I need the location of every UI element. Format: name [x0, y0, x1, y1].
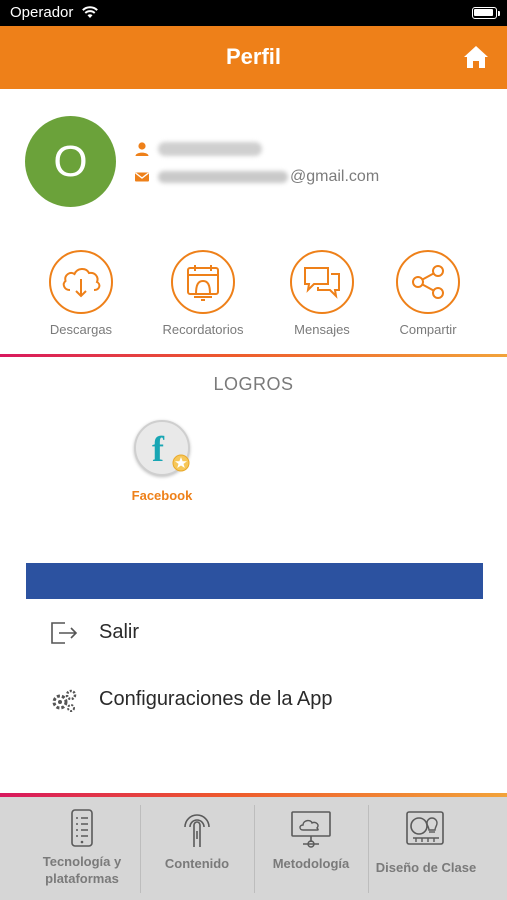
- facebook-badge-icon: f: [134, 420, 190, 476]
- action-label: Compartir: [399, 322, 457, 337]
- status-bar: Operador: [0, 0, 507, 26]
- logros-heading: LOGROS: [213, 374, 294, 394]
- nav-separator: [368, 805, 369, 893]
- nav-diseno-clase[interactable]: Diseño de Clase: [370, 797, 482, 900]
- badge-facebook[interactable]: f Facebook: [122, 420, 202, 503]
- calendar-bell-icon: [187, 265, 219, 301]
- carrier-label: Operador: [10, 4, 74, 21]
- home-icon[interactable]: [463, 45, 489, 69]
- profile-email-redacted: [158, 171, 288, 183]
- menu-configuraciones[interactable]: Configuraciones de la App: [0, 675, 507, 725]
- nav-label-line1: Tecnología y: [42, 854, 122, 869]
- nav-label: Tecnología y plataformas: [26, 853, 138, 887]
- nav-tecnologia[interactable]: Tecnología y plataformas: [26, 797, 138, 900]
- share-icon: [412, 265, 444, 299]
- bottom-nav: Tecnología y plataformas Contenido Metod…: [0, 797, 507, 900]
- phone-checklist-icon: [71, 809, 93, 847]
- chat-bubbles-icon: [304, 267, 340, 299]
- logout-icon: [51, 622, 78, 644]
- cloud-download-icon: [62, 268, 101, 298]
- action-descargas[interactable]: Descargas: [21, 250, 141, 337]
- wifi-icon: [82, 6, 98, 18]
- action-label: Descargas: [49, 322, 113, 337]
- profile-email-row: @gmail.com: [134, 166, 379, 188]
- nav-separator: [140, 805, 141, 893]
- section-divider: [0, 354, 507, 357]
- nav-label: Contenido: [164, 856, 230, 871]
- nav-metodologia[interactable]: Metodología: [256, 797, 366, 900]
- badge-label: Facebook: [131, 488, 193, 503]
- battery-tip: [498, 11, 500, 16]
- avatar: O: [25, 116, 116, 207]
- page-title: Perfil: [225, 44, 282, 69]
- menu-label: Salir: [99, 621, 140, 643]
- touch-content-icon: [184, 814, 210, 847]
- profile-card: O @gmail.com: [0, 89, 507, 229]
- profile-actions: Descargas Recordatorios Mensajes Compart…: [0, 250, 507, 345]
- menu-label: Configuraciones de la App: [99, 688, 333, 710]
- gears-icon: [52, 689, 77, 712]
- user-icon: [135, 142, 149, 156]
- idea-board-icon: [406, 811, 444, 845]
- nav-label-line2: plataformas: [45, 871, 119, 886]
- action-label: Recordatorios: [162, 322, 244, 337]
- profile-name-row: [134, 138, 262, 160]
- nav-separator: [254, 805, 255, 893]
- menu-salir[interactable]: Salir: [0, 608, 507, 658]
- profile-email-suffix: @gmail.com: [290, 168, 380, 185]
- nav-label: Metodología: [272, 856, 350, 871]
- action-mensajes[interactable]: Mensajes: [262, 250, 382, 337]
- app-header: Perfil: [0, 26, 507, 89]
- action-compartir[interactable]: Compartir: [368, 250, 488, 337]
- banner-bar: [26, 563, 483, 599]
- nav-label: Diseño de Clase: [375, 860, 477, 875]
- action-label: Mensajes: [294, 322, 350, 337]
- nav-contenido[interactable]: Contenido: [142, 797, 252, 900]
- star-icon: [172, 454, 190, 472]
- action-recordatorios[interactable]: Recordatorios: [143, 250, 263, 337]
- profile-name-redacted: [158, 142, 262, 156]
- battery-icon: [472, 7, 497, 19]
- monitor-cloud-icon: [291, 811, 331, 848]
- mail-icon: [135, 172, 149, 182]
